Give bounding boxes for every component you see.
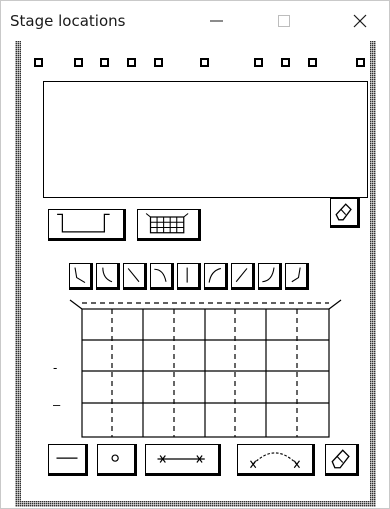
line-style-icon <box>208 267 221 283</box>
stage-shape-icon <box>57 213 110 233</box>
line-style-icon <box>235 268 248 283</box>
seating-grid-icon <box>145 213 189 234</box>
stage-marker[interactable] <box>74 58 83 67</box>
stage-marker[interactable] <box>127 58 136 67</box>
line-style-icon <box>186 267 188 283</box>
seating-grid-button[interactable] <box>137 209 201 241</box>
line-style-icon <box>127 268 140 283</box>
maximize-icon <box>278 15 290 27</box>
arc-span-icon <box>250 452 300 469</box>
stage-marker[interactable] <box>100 58 109 67</box>
horizontal-line-icon <box>56 457 78 459</box>
line-style-button[interactable] <box>96 263 120 290</box>
line-style-button[interactable] <box>150 263 174 290</box>
stage-panel: - – <box>21 41 370 501</box>
maximize-button[interactable] <box>261 1 307 41</box>
stage-location-grid[interactable] <box>21 289 370 449</box>
stage-marker[interactable] <box>34 58 43 67</box>
close-button[interactable] <box>337 1 383 41</box>
stage-marker[interactable] <box>200 58 209 67</box>
straight-span-icon <box>157 455 205 463</box>
eraser-button-bottom[interactable] <box>325 444 359 476</box>
stage-locations-window: Stage locations - – <box>0 0 390 509</box>
horizontal-line-button[interactable] <box>48 444 88 476</box>
eraser-button-top[interactable] <box>330 198 360 228</box>
line-style-button[interactable] <box>177 263 201 290</box>
line-style-icon <box>74 267 86 284</box>
line-style-icon <box>154 268 167 282</box>
line-style-icon <box>102 267 113 283</box>
point-icon <box>111 454 119 462</box>
line-style-button[interactable] <box>231 263 255 290</box>
line-style-button[interactable] <box>69 263 93 290</box>
close-icon <box>353 14 367 28</box>
stage-marker[interactable] <box>308 58 317 67</box>
line-style-icon <box>262 267 275 283</box>
row-mark: – <box>53 397 61 412</box>
stage-marker[interactable] <box>356 58 365 67</box>
minimize-icon <box>210 20 223 22</box>
arc-span-button[interactable] <box>237 444 315 476</box>
eraser-icon <box>331 449 350 469</box>
stage-marker[interactable] <box>281 58 290 67</box>
line-style-button[interactable] <box>123 263 147 290</box>
window-title: Stage locations <box>10 12 126 30</box>
stage-marker[interactable] <box>254 58 263 67</box>
point-button[interactable] <box>97 444 137 476</box>
row-mark: - <box>53 360 58 375</box>
line-style-icon <box>291 267 301 283</box>
stage-shape-button[interactable] <box>48 209 126 241</box>
eraser-icon <box>335 203 352 221</box>
line-style-button[interactable] <box>204 263 228 290</box>
line-style-button[interactable] <box>258 263 282 290</box>
line-style-button[interactable] <box>285 263 309 290</box>
straight-span-button[interactable] <box>145 444 221 476</box>
title-bar[interactable]: Stage locations <box>1 1 389 41</box>
stage-marker[interactable] <box>154 58 163 67</box>
minimize-button[interactable] <box>193 1 239 41</box>
stage-display-area[interactable] <box>43 81 368 198</box>
